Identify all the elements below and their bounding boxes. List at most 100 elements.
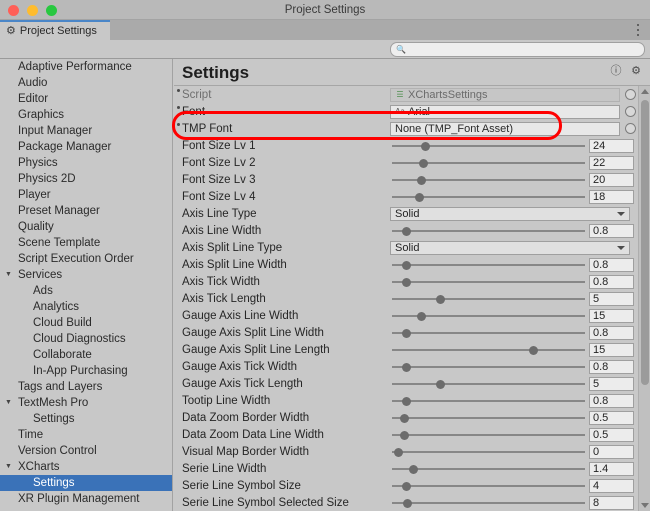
numeric-value-field[interactable]: 15	[589, 343, 634, 357]
numeric-value-field[interactable]: 20	[589, 173, 634, 187]
slider-handle[interactable]	[436, 295, 445, 304]
sidebar-item-quality[interactable]: Quality	[0, 219, 172, 235]
slider-handle[interactable]	[394, 448, 403, 457]
slider-track[interactable]	[392, 332, 585, 334]
slider-track[interactable]	[392, 502, 585, 504]
sidebar-item-settings[interactable]: Settings	[0, 475, 172, 491]
help-icon[interactable]: ⓘ	[610, 65, 622, 77]
sidebar-item-ads[interactable]: Ads	[0, 283, 172, 299]
sidebar-item-services[interactable]: ▼Services	[0, 267, 172, 283]
slider-track[interactable]	[392, 417, 585, 419]
sidebar-item-textmesh-pro[interactable]: ▼TextMesh Pro	[0, 395, 172, 411]
slider-control[interactable]	[392, 190, 585, 204]
sidebar-item-time[interactable]: Time	[0, 427, 172, 443]
sidebar-item-scene-template[interactable]: Scene Template	[0, 235, 172, 251]
slider-control[interactable]	[392, 496, 585, 510]
numeric-value-field[interactable]: 5	[589, 292, 634, 306]
numeric-value-field[interactable]: 22	[589, 156, 634, 170]
sidebar-item-input-manager[interactable]: Input Manager	[0, 123, 172, 139]
vertical-scrollbar[interactable]	[638, 86, 650, 511]
slider-handle[interactable]	[402, 329, 411, 338]
chevron-down-icon[interactable]: ▼	[5, 395, 15, 411]
sidebar-item-audio[interactable]: Audio	[0, 75, 172, 91]
settings-category-tree[interactable]: Adaptive PerformanceAudioEditorGraphicsI…	[0, 59, 173, 511]
slider-control[interactable]	[392, 411, 585, 425]
slider-track[interactable]	[392, 230, 585, 232]
sidebar-item-analytics[interactable]: Analytics	[0, 299, 172, 315]
numeric-value-field[interactable]: 0.5	[589, 411, 634, 425]
slider-handle[interactable]	[436, 380, 445, 389]
slider-handle[interactable]	[402, 278, 411, 287]
numeric-value-field[interactable]: 0.8	[589, 326, 634, 340]
slider-handle[interactable]	[400, 414, 409, 423]
chevron-down-icon[interactable]	[641, 503, 649, 508]
sidebar-item-preset-manager[interactable]: Preset Manager	[0, 203, 172, 219]
slider-handle[interactable]	[529, 346, 538, 355]
slider-control[interactable]	[392, 156, 585, 170]
tab-project-settings[interactable]: ⚙ Project Settings	[0, 20, 110, 40]
kebab-menu-icon[interactable]	[633, 23, 643, 37]
slider-control[interactable]	[392, 445, 585, 459]
slider-handle[interactable]	[419, 159, 428, 168]
sidebar-item-version-control[interactable]: Version Control	[0, 443, 172, 459]
slider-handle[interactable]	[403, 499, 412, 508]
numeric-value-field[interactable]: 8	[589, 496, 634, 510]
slider-track[interactable]	[392, 451, 585, 453]
slider-control[interactable]	[392, 309, 585, 323]
slider-handle[interactable]	[402, 482, 411, 491]
slider-handle[interactable]	[402, 397, 411, 406]
slider-control[interactable]	[392, 462, 585, 476]
search-input[interactable]	[409, 44, 634, 55]
slider-handle[interactable]	[402, 227, 411, 236]
numeric-value-field[interactable]: 24	[589, 139, 634, 153]
scrollbar-thumb[interactable]	[641, 100, 649, 385]
sidebar-item-cloud-build[interactable]: Cloud Build	[0, 315, 172, 331]
slider-control[interactable]	[392, 292, 585, 306]
sidebar-item-graphics[interactable]: Graphics	[0, 107, 172, 123]
slider-control[interactable]	[392, 377, 585, 391]
slider-handle[interactable]	[415, 193, 424, 202]
slider-track[interactable]	[392, 298, 585, 300]
object-picker-icon[interactable]	[625, 89, 636, 100]
sidebar-item-physics-2d[interactable]: Physics 2D	[0, 171, 172, 187]
numeric-value-field[interactable]: 0.8	[589, 258, 634, 272]
slider-control[interactable]	[392, 479, 585, 493]
slider-control[interactable]	[392, 343, 585, 357]
dropdown-select[interactable]: Solid	[390, 241, 630, 255]
slider-handle[interactable]	[400, 431, 409, 440]
slider-track[interactable]	[392, 485, 585, 487]
numeric-value-field[interactable]: 1.4	[589, 462, 634, 476]
sidebar-item-physics[interactable]: Physics	[0, 155, 172, 171]
numeric-value-field[interactable]: 0.8	[589, 224, 634, 238]
dropdown-select[interactable]: Solid	[390, 207, 630, 221]
slider-track[interactable]	[392, 468, 585, 470]
slider-handle[interactable]	[417, 312, 426, 321]
slider-handle[interactable]	[402, 261, 411, 270]
chevron-up-icon[interactable]	[641, 89, 649, 94]
slider-control[interactable]	[392, 326, 585, 340]
numeric-value-field[interactable]: 0.8	[589, 360, 634, 374]
slider-handle[interactable]	[402, 363, 411, 372]
sidebar-item-editor[interactable]: Editor	[0, 91, 172, 107]
slider-control[interactable]	[392, 428, 585, 442]
sidebar-item-adaptive-performance[interactable]: Adaptive Performance	[0, 59, 172, 75]
slider-handle[interactable]	[409, 465, 418, 474]
numeric-value-field[interactable]: 5	[589, 377, 634, 391]
slider-control[interactable]	[392, 173, 585, 187]
slider-handle[interactable]	[417, 176, 426, 185]
slider-handle[interactable]	[421, 142, 430, 151]
object-field[interactable]: AaArial	[390, 105, 620, 119]
object-picker-icon[interactable]	[625, 123, 636, 134]
slider-control[interactable]	[392, 224, 585, 238]
sidebar-item-collaborate[interactable]: Collaborate	[0, 347, 172, 363]
slider-control[interactable]	[392, 394, 585, 408]
sidebar-item-package-manager[interactable]: Package Manager	[0, 139, 172, 155]
slider-track[interactable]	[392, 400, 585, 402]
sidebar-item-cloud-diagnostics[interactable]: Cloud Diagnostics	[0, 331, 172, 347]
sidebar-item-script-execution-order[interactable]: Script Execution Order	[0, 251, 172, 267]
slider-track[interactable]	[392, 383, 585, 385]
numeric-value-field[interactable]: 0.8	[589, 394, 634, 408]
slider-track[interactable]	[392, 349, 585, 351]
sidebar-item-settings[interactable]: Settings	[0, 411, 172, 427]
sidebar-item-in-app-purchasing[interactable]: In-App Purchasing	[0, 363, 172, 379]
